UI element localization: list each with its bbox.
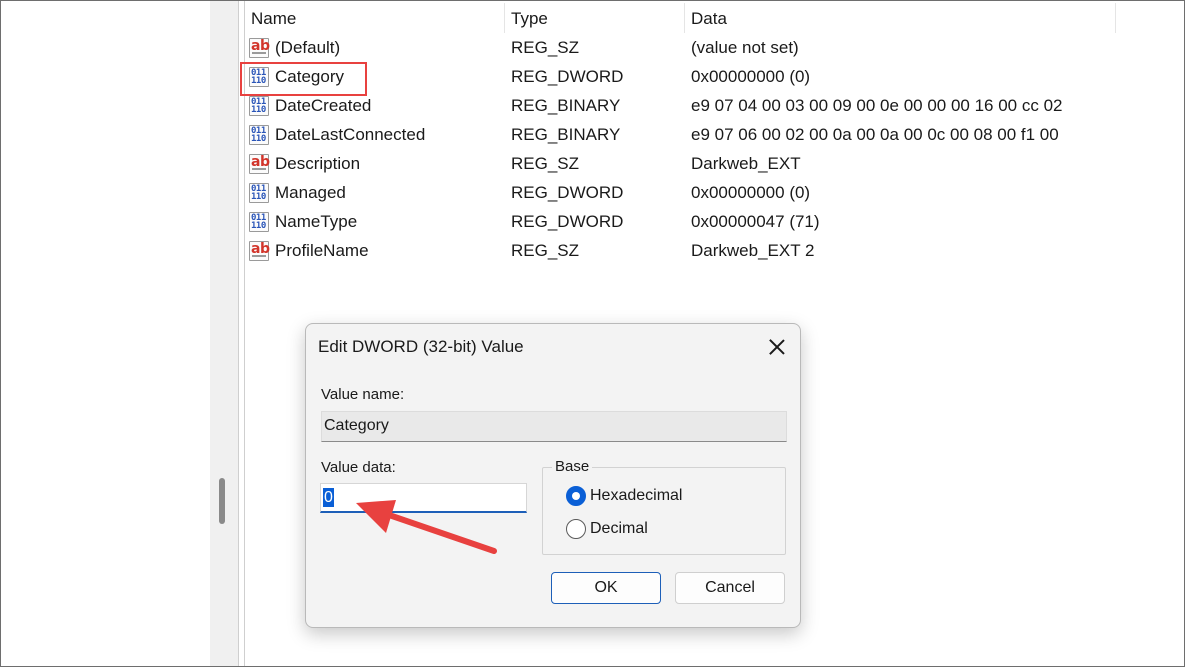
list-item[interactable]: 011 110 NameType REG_DWORD 0x00000047 (71…: [245, 208, 1145, 237]
value-type: REG_SZ: [511, 241, 580, 260]
string-value-icon: ab: [249, 154, 271, 175]
hexadecimal-radio[interactable]: [566, 486, 586, 506]
string-value-icon: ab: [249, 241, 271, 262]
pane-divider: [238, 1, 245, 666]
binary-value-icon: 011 110: [249, 96, 271, 117]
value-type: REG_SZ: [511, 154, 580, 173]
value-data: 0x00000000 (0): [691, 183, 811, 202]
value-type: REG_BINARY: [511, 96, 621, 115]
decimal-label[interactable]: Decimal: [590, 520, 648, 538]
value-data: e9 07 06 00 02 00 0a 00 0a 00 0c 00 08 0…: [691, 125, 1059, 144]
column-header-type[interactable]: Type: [511, 9, 548, 29]
value-name: NameType: [275, 212, 358, 231]
value-name: ProfileName: [275, 241, 369, 260]
highlight-box: [240, 62, 367, 96]
close-icon[interactable]: [764, 334, 790, 360]
value-name: Managed: [275, 183, 346, 202]
value-data: 0x00000000 (0): [691, 67, 811, 86]
value-data-text: 0: [323, 488, 334, 507]
column-header-data[interactable]: Data: [691, 9, 727, 29]
value-type: REG_DWORD: [511, 67, 624, 86]
ok-button[interactable]: OK: [551, 572, 661, 604]
list-item[interactable]: 011 110 Category REG_DWORD 0x00000000 (0): [245, 63, 1145, 92]
list-item[interactable]: 011 110 DateLastConnected REG_BINARY e9 0…: [245, 121, 1145, 150]
value-type: REG_SZ: [511, 38, 580, 57]
value-data: Darkweb_EXT 2: [691, 241, 815, 260]
value-data-input[interactable]: [320, 483, 527, 513]
value-name: Description: [275, 154, 361, 173]
column-header-name[interactable]: Name: [251, 9, 296, 29]
value-name: DateCreated: [275, 96, 372, 115]
column-divider[interactable]: [1115, 3, 1116, 33]
base-label: Base: [552, 458, 593, 475]
value-data: e9 07 04 00 03 00 09 00 0e 00 00 00 16 0…: [691, 96, 1063, 115]
hexadecimal-label[interactable]: Hexadecimal: [590, 487, 682, 505]
column-divider[interactable]: [504, 3, 505, 33]
list-item[interactable]: ab ProfileName REG_SZ Darkweb_EXT 2: [245, 237, 1145, 266]
list-item[interactable]: ab (Default) REG_SZ (value not set): [245, 34, 1145, 63]
tree-pane[interactable]: [1, 1, 210, 666]
list-item[interactable]: 011 110 Managed REG_DWORD 0x00000000 (0): [245, 179, 1145, 208]
value-name: (Default): [275, 38, 341, 57]
list-item[interactable]: 011 110 DateCreated REG_BINARY e9 07 04 0…: [245, 92, 1145, 121]
list-item[interactable]: ab Description REG_SZ Darkweb_EXT: [245, 150, 1145, 179]
value-name-label: Value name:: [321, 386, 405, 403]
pane-splitter[interactable]: [210, 1, 238, 666]
binary-value-icon: 011 110: [249, 183, 271, 204]
base-group: [542, 467, 786, 555]
value-data: Darkweb_EXT: [691, 154, 801, 173]
value-name: DateLastConnected: [275, 125, 426, 144]
dialog-title: Edit DWORD (32-bit) Value: [318, 337, 524, 356]
value-type: REG_DWORD: [511, 212, 624, 231]
value-data-label: Value data:: [321, 459, 396, 476]
string-value-icon: ab: [249, 38, 271, 59]
list-header: Name Type Data: [245, 1, 1183, 34]
value-name-field[interactable]: Category: [321, 411, 787, 442]
binary-value-icon: 011 110: [249, 212, 271, 233]
value-data: 0x00000047 (71): [691, 212, 820, 231]
cancel-button[interactable]: Cancel: [675, 572, 785, 604]
binary-value-icon: 011 110: [249, 125, 271, 146]
value-type: REG_DWORD: [511, 183, 624, 202]
value-type: REG_BINARY: [511, 125, 621, 144]
edit-dword-dialog: Edit DWORD (32-bit) Value Value name: Ca…: [305, 323, 801, 628]
value-data: (value not set): [691, 38, 799, 57]
column-divider[interactable]: [684, 3, 685, 33]
scrollbar-thumb[interactable]: [219, 478, 225, 524]
decimal-radio[interactable]: [566, 519, 586, 539]
